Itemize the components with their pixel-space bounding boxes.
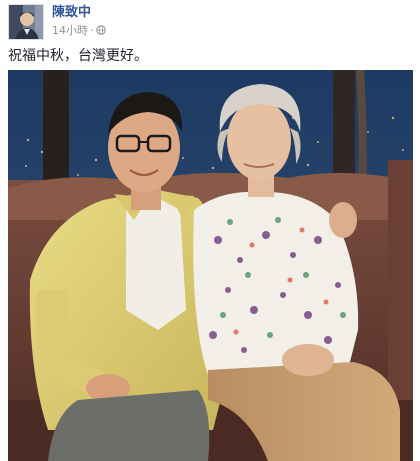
post-meta: 14小時 · <box>52 24 106 38</box>
globe-icon[interactable] <box>95 25 106 35</box>
facebook-post: 陳致中 14小時 · 祝福中秋，台灣更好。 <box>0 0 420 461</box>
post-photo[interactable] <box>8 70 413 461</box>
photo-illustration <box>8 70 413 461</box>
post-header: 陳致中 14小時 · <box>8 4 408 40</box>
post-timestamp[interactable]: 14小時 <box>52 24 88 37</box>
meta-separator: · <box>90 24 94 37</box>
post-message: 祝福中秋，台灣更好。 <box>8 48 148 64</box>
avatar-image <box>9 5 43 39</box>
author-avatar[interactable] <box>8 4 44 40</box>
author-name[interactable]: 陳致中 <box>52 5 91 21</box>
